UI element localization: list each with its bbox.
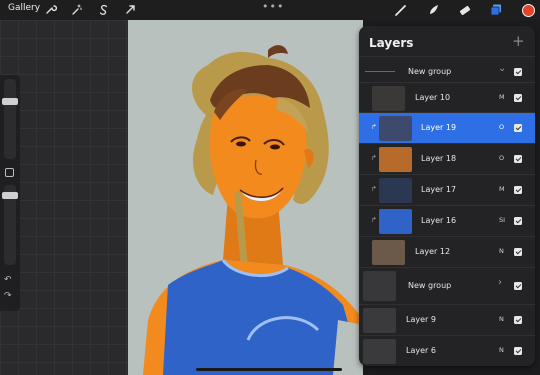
layer-name: New group [408, 281, 452, 290]
magic-wand-icon[interactable] [70, 3, 83, 16]
layer-name: Layer 10 [415, 93, 451, 102]
layer-row[interactable]: Layer 10 M [359, 82, 535, 111]
color-picker-swatch[interactable] [522, 4, 535, 17]
brush-icon[interactable] [394, 3, 408, 17]
chevron-right-icon[interactable]: › [498, 277, 502, 288]
clipping-mask-icon: ↱ [371, 185, 377, 193]
visibility-checkbox[interactable] [514, 186, 522, 194]
layer-thumbnail [363, 308, 396, 333]
layer-row[interactable]: Layer 9 N [359, 304, 535, 335]
visibility-checkbox[interactable] [514, 248, 522, 256]
visibility-checkbox[interactable] [514, 68, 522, 76]
selection-s-icon[interactable] [97, 3, 110, 16]
gallery-button[interactable]: Gallery [8, 3, 40, 13]
layer-name: Layer 19 [421, 123, 457, 132]
layer-row[interactable]: ↱ Layer 16 SI [359, 205, 535, 236]
layer-thumbnail [372, 240, 405, 265]
layer-thumbnail [363, 339, 396, 364]
visibility-checkbox[interactable] [514, 347, 522, 355]
visibility-checkbox[interactable] [514, 282, 522, 290]
visibility-checkbox[interactable] [514, 316, 522, 324]
redo-button[interactable]: ↷ [4, 291, 12, 301]
group-thumbnail [363, 271, 396, 301]
layer-row-selected[interactable]: ↱ Layer 19 O [359, 112, 535, 143]
layer-name: Layer 12 [415, 247, 451, 256]
layer-name: Layer 16 [421, 216, 457, 225]
clipping-mask-icon: ↱ [371, 123, 377, 131]
layers-panel: Layers + New group ⌄ Layer 10 M ↱ Layer … [359, 26, 535, 366]
brush-size-thumb[interactable] [2, 98, 18, 105]
artwork-illustration [143, 45, 363, 375]
visibility-checkbox[interactable] [514, 124, 522, 132]
visibility-checkbox[interactable] [514, 94, 522, 102]
drawing-canvas[interactable] [128, 20, 363, 375]
layer-group-row[interactable]: New group › [359, 267, 535, 303]
blend-mode-label[interactable]: O [499, 154, 504, 162]
layer-thumbnail [379, 209, 412, 234]
layer-row[interactable]: ↱ Layer 17 M [359, 174, 535, 205]
smudge-icon[interactable] [427, 3, 441, 17]
brush-size-slider[interactable] [4, 79, 16, 159]
blend-mode-label[interactable]: N [499, 315, 504, 323]
layer-thumbnail [372, 86, 405, 111]
visibility-checkbox[interactable] [514, 217, 522, 225]
blend-mode-label[interactable]: N [499, 346, 504, 354]
layers-icon[interactable] [489, 3, 503, 17]
layer-name: Layer 18 [421, 154, 457, 163]
blend-mode-label[interactable]: SI [499, 216, 505, 224]
group-divider-line [365, 71, 395, 72]
transform-arrow-icon[interactable] [124, 3, 137, 16]
more-menu-button[interactable]: ••• [262, 0, 284, 13]
blend-mode-label[interactable]: M [499, 185, 505, 193]
opacity-thumb[interactable] [2, 192, 18, 199]
clipping-mask-icon: ↱ [371, 154, 377, 162]
top-toolbar: Gallery ••• [0, 0, 540, 20]
wrench-icon[interactable] [44, 3, 57, 16]
blend-mode-label[interactable]: N [499, 247, 504, 255]
modify-button[interactable] [5, 168, 14, 177]
layer-name: Layer 9 [406, 315, 436, 324]
left-sidebar: ↶ ↷ [0, 75, 20, 311]
layer-name: Layer 6 [406, 346, 436, 355]
add-layer-button[interactable]: + [512, 32, 525, 50]
eraser-icon[interactable] [458, 3, 472, 17]
blend-mode-label[interactable]: O [499, 123, 504, 131]
layer-row[interactable]: Layer 12 N [359, 236, 535, 267]
layer-thumbnail [379, 116, 412, 141]
layer-row[interactable]: Layer 6 N [359, 335, 535, 366]
clipping-mask-icon: ↱ [371, 216, 377, 224]
blend-mode-label[interactable]: M [499, 93, 505, 101]
undo-button[interactable]: ↶ [4, 275, 12, 285]
visibility-checkbox[interactable] [514, 155, 522, 163]
layer-name: New group [408, 67, 452, 76]
home-indicator [196, 368, 342, 371]
layer-thumbnail [379, 147, 412, 172]
layer-thumbnail [379, 178, 412, 203]
layers-panel-title: Layers [369, 36, 414, 50]
chevron-down-icon[interactable]: ⌄ [498, 63, 506, 74]
layer-name: Layer 17 [421, 185, 457, 194]
layer-row[interactable]: ↱ Layer 18 O [359, 143, 535, 174]
